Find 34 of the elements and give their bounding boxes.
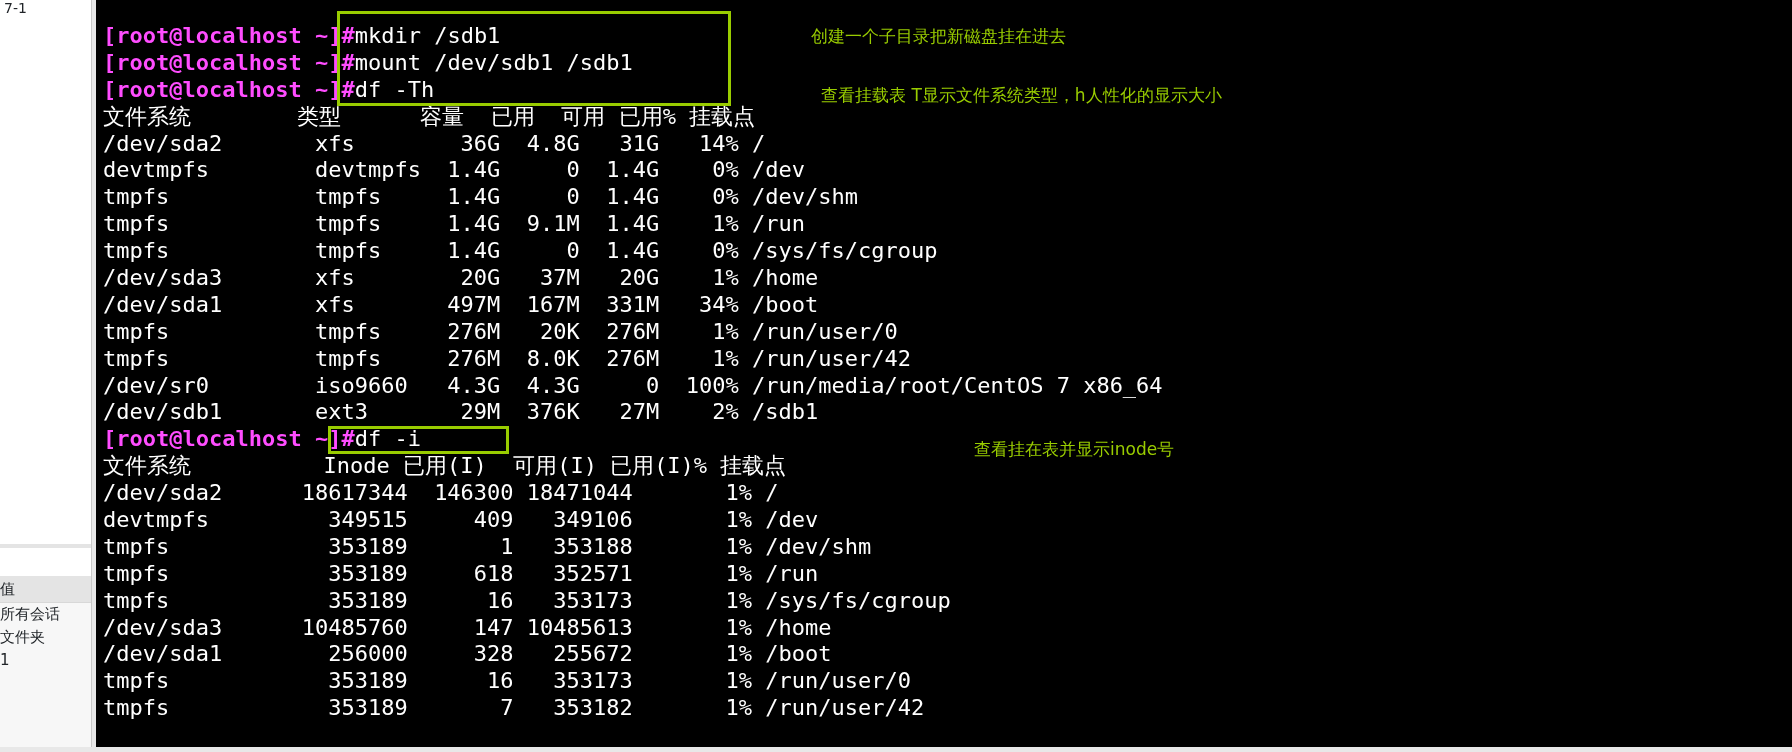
command-text: mkdir /sdb1: [354, 23, 501, 48]
output-line: tmpfs 353189 1 353188 1% /dev/shm: [103, 533, 872, 559]
output-line: /dev/sda2 xfs 36G 4.8G 31G 14% /: [103, 130, 766, 156]
column-header: 值: [0, 576, 91, 603]
output-line: devtmpfs devtmpfs 1.4G 0 1.4G 0% /dev: [103, 157, 805, 183]
annotation-note: 创建一个子目录把新磁盘挂在进去: [811, 25, 1066, 48]
output-line: /dev/sr0 iso9660 4.3G 4.3G 0 100% /run/media/root/CentOS 7 x86_64: [103, 372, 1163, 398]
output-line: tmpfs tmpfs 276M 8.0K 276M 1% /run/user/42: [103, 345, 911, 371]
output-line: /dev/sda2 18617344 146300 18471044 1% /: [103, 480, 779, 506]
annotation-note: 查看挂在表并显示inode号: [974, 438, 1175, 461]
output-line: /dev/sdb1 ext3 29M 376K 27M 2% /sdb1: [103, 399, 819, 425]
output-line: tmpfs tmpfs 1.4G 9.1M 1.4G 1% /run: [103, 211, 805, 237]
output-line: 文件系统 Inode 已用(I) 可用(I) 已用(I)% 挂载点: [103, 453, 787, 479]
sidebar-item[interactable]: 文件夹: [0, 626, 91, 649]
command-text: mount /dev/sdb1 /sdb1: [354, 49, 633, 75]
output-line: tmpfs tmpfs 1.4G 0 1.4G 0% /sys/fs/cgroup: [103, 238, 938, 264]
output-line: tmpfs 353189 16 353173 1% /sys/fs/cgroup: [103, 587, 951, 613]
output-line: /dev/sda1 256000 328 255672 1% /boot: [103, 641, 832, 667]
sidebar-item[interactable]: 1: [0, 649, 91, 672]
annotation-note: 查看挂载表 T显示文件系统类型，h人性化的显示大小: [821, 84, 1222, 107]
output-line: tmpfs 353189 618 352571 1% /run: [103, 560, 819, 586]
output-line: devtmpfs 349515 409 349106 1% /dev: [103, 507, 819, 533]
output-line: 文件系统 类型 容量 已用 可用 已用% 挂载点: [103, 103, 756, 129]
command-text: df -i: [354, 426, 421, 452]
output-line: tmpfs 353189 7 353182 1% /run/user/42: [103, 695, 925, 721]
sidebar-item[interactable]: 所有会话: [0, 603, 91, 626]
output-line: tmpfs tmpfs 1.4G 0 1.4G 0% /dev/shm: [103, 184, 858, 210]
command-text: df -Th: [354, 76, 435, 102]
output-line: tmpfs 353189 16 353173 1% /run/user/0: [103, 668, 911, 694]
output-line: tmpfs tmpfs 276M 20K 276M 1% /run/user/0: [103, 318, 898, 344]
output-line: /dev/sda3 xfs 20G 37M 20G 1% /home: [103, 265, 819, 290]
output-line: /dev/sda3 10485760 147 10485613 1% /home: [103, 614, 832, 640]
session-label: 7-1: [4, 0, 27, 16]
output-line: /dev/sda1 xfs 497M 167M 331M 34% /boot: [103, 291, 819, 317]
